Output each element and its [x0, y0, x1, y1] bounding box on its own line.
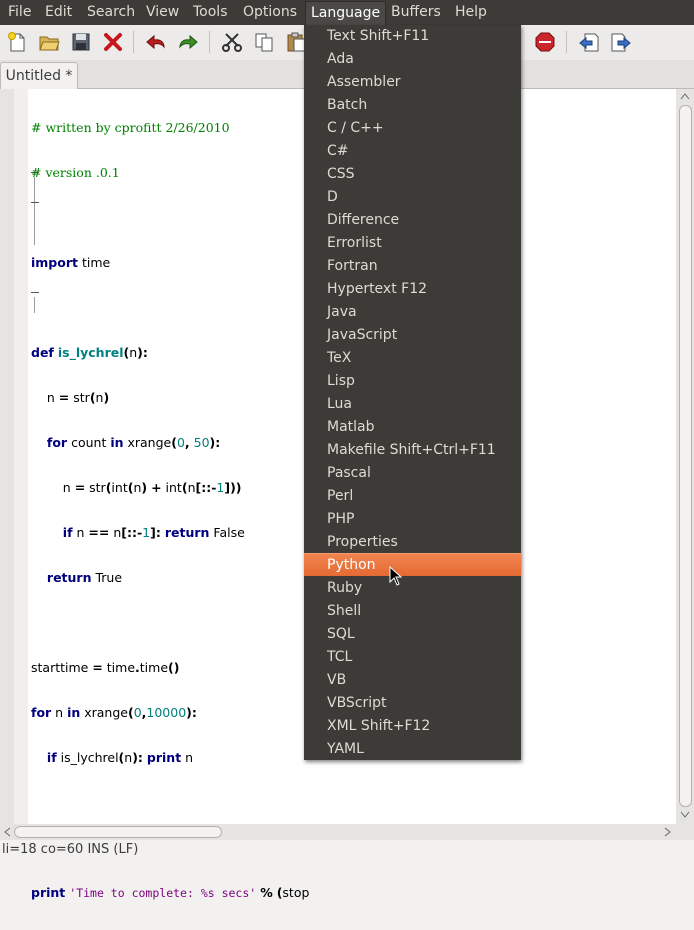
menu-help[interactable]: Help [450, 0, 492, 25]
language-item-c-cpp[interactable]: C / C++ [304, 117, 521, 140]
language-item-xml[interactable]: XML Shift+F12 [304, 715, 521, 738]
language-item-lisp[interactable]: Lisp [304, 370, 521, 393]
code-line: for count in xrange(0, 50): [46, 435, 221, 450]
scroll-left-icon[interactable] [3, 827, 11, 837]
language-menu: Text Shift+F11 Ada Assembler Batch C / C… [304, 25, 521, 760]
language-item-sql[interactable]: SQL [304, 623, 521, 646]
language-item-javascript[interactable]: JavaScript [304, 324, 521, 347]
code-text[interactable]: # written by cprofitt 2/26/2010 # versio… [31, 90, 309, 930]
menu-buffers[interactable]: Buffers [386, 0, 446, 25]
code-line: n = str(int(n) + int(n[::-1])) [31, 480, 242, 495]
language-item-vbscript[interactable]: VBScript [304, 692, 521, 715]
language-item-php[interactable]: PHP [304, 508, 521, 531]
code-line: if n == n[::-1]: return False [62, 525, 245, 540]
language-item-shell[interactable]: Shell [304, 600, 521, 623]
scroll-up-icon[interactable] [680, 92, 690, 100]
code-line: # version .0.1 [31, 165, 120, 180]
code-line: n = str(n) [31, 390, 110, 405]
language-item-vb[interactable]: VB [304, 669, 521, 692]
menu-tools[interactable]: Tools [188, 0, 233, 25]
language-item-properties[interactable]: Properties [304, 531, 521, 554]
language-item-lua[interactable]: Lua [304, 393, 521, 416]
code-line: def is_lychrel(n): [31, 345, 148, 360]
language-item-matlab[interactable]: Matlab [304, 416, 521, 439]
toolbar-separator [209, 31, 210, 53]
menu-options[interactable]: Options [238, 0, 302, 25]
language-item-tcl[interactable]: TCL [304, 646, 521, 669]
code-line: import time [31, 255, 111, 270]
menubar: File Edit Search View Tools Options Lang… [0, 0, 694, 26]
new-file-icon[interactable] [6, 31, 28, 53]
language-item-yaml[interactable]: YAML [304, 738, 521, 761]
mouse-pointer-icon [389, 566, 403, 586]
status-bar: li=18 co=60 INS (LF) [0, 840, 694, 859]
language-item-d[interactable]: D [304, 186, 521, 209]
toolbar-separator [566, 31, 567, 53]
prev-buffer-icon[interactable] [578, 31, 600, 53]
line-number-margin [0, 89, 14, 824]
language-item-pascal[interactable]: Pascal [304, 462, 521, 485]
fold-margin[interactable] [14, 89, 39, 824]
next-buffer-icon[interactable] [610, 31, 632, 53]
language-item-perl[interactable]: Perl [304, 485, 521, 508]
code-line: print 'Time to complete: %s secs' % (sto… [31, 885, 310, 900]
code-line: if is_lychrel(n): print n [46, 750, 194, 765]
language-item-css[interactable]: CSS [304, 163, 521, 186]
code-line: return True [46, 570, 123, 585]
scroll-right-icon[interactable] [664, 827, 672, 837]
language-item-assembler[interactable]: Assembler [304, 71, 521, 94]
language-item-errorlist[interactable]: Errorlist [304, 232, 521, 255]
language-item-batch[interactable]: Batch [304, 94, 521, 117]
code-line: # written by cprofitt 2/26/2010 [31, 120, 230, 135]
save-icon[interactable] [70, 31, 92, 53]
tab-untitled[interactable]: Untitled * [0, 62, 78, 89]
language-item-makefile[interactable]: Makefile Shift+Ctrl+F11 [304, 439, 521, 462]
horizontal-scrollbar[interactable] [0, 824, 694, 840]
code-line: for n in xrange(0,10000): [31, 705, 197, 720]
vertical-scroll-thumb[interactable] [679, 105, 692, 807]
menu-search[interactable]: Search [82, 0, 140, 25]
horizontal-scroll-thumb[interactable] [14, 826, 222, 838]
language-item-difference[interactable]: Difference [304, 209, 521, 232]
menu-language[interactable]: Language [305, 1, 387, 26]
language-item-ruby[interactable]: Ruby [304, 577, 521, 600]
language-item-csharp[interactable]: C# [304, 140, 521, 163]
language-item-fortran[interactable]: Fortran [304, 255, 521, 278]
copy-icon[interactable] [253, 31, 275, 53]
open-folder-icon[interactable] [38, 31, 60, 53]
language-item-text[interactable]: Text Shift+F11 [304, 25, 521, 48]
language-item-tex[interactable]: TeX [304, 347, 521, 370]
menu-view[interactable]: View [141, 0, 184, 25]
redo-icon[interactable] [177, 31, 199, 53]
stop-icon[interactable] [534, 31, 556, 53]
language-item-hypertext[interactable]: Hypertext F12 [304, 278, 521, 301]
vertical-scrollbar[interactable] [676, 89, 694, 824]
menu-edit[interactable]: Edit [40, 0, 77, 25]
language-item-ada[interactable]: Ada [304, 48, 521, 71]
cut-icon[interactable] [221, 31, 243, 53]
toolbar-separator [133, 31, 134, 53]
scroll-down-icon[interactable] [680, 811, 690, 819]
close-icon[interactable] [102, 31, 124, 53]
code-line: starttime = time.time() [31, 660, 180, 675]
language-item-java[interactable]: Java [304, 301, 521, 324]
menu-file[interactable]: File [3, 0, 36, 25]
language-item-python[interactable]: Python [304, 553, 521, 576]
undo-icon[interactable] [145, 31, 167, 53]
